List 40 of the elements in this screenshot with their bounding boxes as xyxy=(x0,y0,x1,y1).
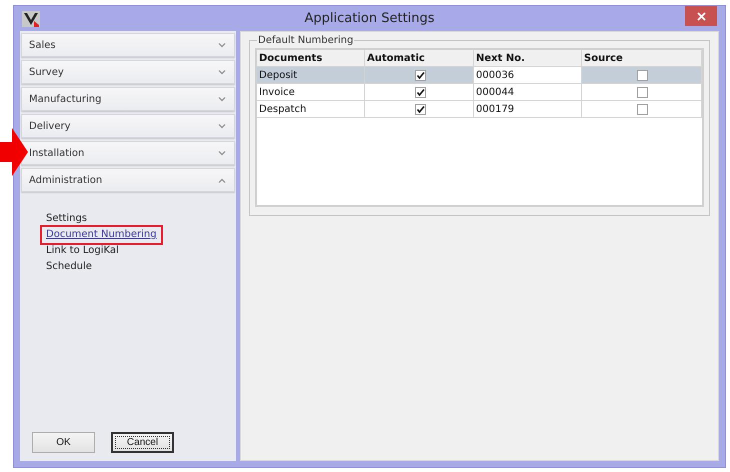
chevron-icon xyxy=(218,96,226,102)
sidebar-link[interactable]: Document Numbering xyxy=(40,225,163,245)
checkbox[interactable] xyxy=(637,86,648,98)
close-icon xyxy=(696,12,706,20)
table-row[interactable]: Despatch 000179 xyxy=(257,101,702,118)
checkbox[interactable] xyxy=(414,86,426,98)
checkbox[interactable] xyxy=(637,104,648,114)
group-title: Default Numbering xyxy=(257,35,354,46)
dialog-button[interactable]: Cancel xyxy=(111,432,174,453)
chevron-icon xyxy=(218,124,226,128)
table-cell: 000179 xyxy=(474,101,582,117)
chevron-icon xyxy=(218,70,226,74)
checkbox[interactable] xyxy=(637,70,648,80)
accordion-header[interactable]: Survey xyxy=(21,60,235,84)
checkbox[interactable] xyxy=(414,70,426,80)
table-row[interactable]: Invoice 000044 xyxy=(257,84,702,101)
accordion-header[interactable]: Installation xyxy=(21,141,235,165)
dialog-button[interactable]: OK xyxy=(32,432,95,453)
table-cell: 000036 xyxy=(474,67,582,83)
table-row[interactable]: Deposit 000036 xyxy=(257,67,702,84)
app-logo-icon xyxy=(22,10,40,26)
column-header: Next No. xyxy=(474,50,582,66)
table-cell: Despatch xyxy=(257,101,365,117)
table-cell: 000044 xyxy=(474,84,582,100)
chevron-icon xyxy=(218,150,226,156)
pointer-arrow-icon xyxy=(0,128,28,176)
accordion-header[interactable]: Delivery xyxy=(21,114,235,138)
window-title: Application Settings xyxy=(303,11,436,26)
column-header: Automatic xyxy=(365,50,474,66)
accordion-header[interactable]: Sales xyxy=(21,33,235,57)
checkbox[interactable] xyxy=(414,104,426,114)
column-header: Documents xyxy=(257,50,365,66)
chevron-icon xyxy=(218,42,226,48)
accordion-header[interactable]: Manufacturing xyxy=(21,87,235,111)
chevron-icon xyxy=(218,178,226,182)
accordion-header[interactable]: Administration xyxy=(21,168,235,192)
table-cell: Invoice xyxy=(257,84,365,100)
column-header: Source xyxy=(582,50,702,66)
table-cell: Deposit xyxy=(257,67,365,83)
close-button[interactable] xyxy=(685,6,717,26)
